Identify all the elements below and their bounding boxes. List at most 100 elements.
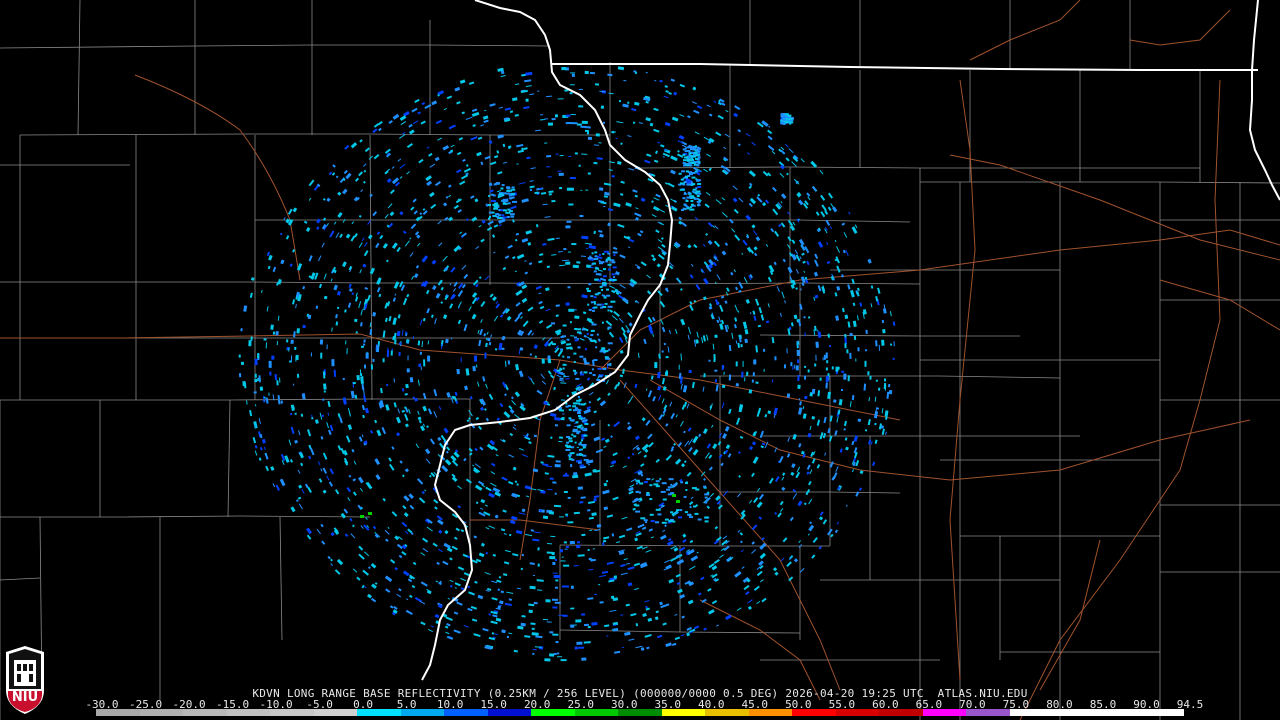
scale-color-bin xyxy=(313,709,358,716)
radar-echo xyxy=(577,396,580,398)
radar-echo xyxy=(554,424,559,427)
radar-echo xyxy=(560,659,567,662)
radar-echo xyxy=(549,477,554,480)
radar-echo xyxy=(376,345,380,353)
radar-echo xyxy=(607,263,612,266)
radar-echo xyxy=(555,153,559,155)
radar-echo xyxy=(840,388,844,392)
radar-echo xyxy=(574,315,580,319)
radar-echo xyxy=(576,399,582,402)
radar-echo xyxy=(520,567,523,571)
radar-echo xyxy=(272,331,276,335)
radar-echo xyxy=(857,347,860,352)
radar-echo xyxy=(323,390,326,393)
radar-echo xyxy=(678,364,680,370)
radar-echo xyxy=(254,358,258,366)
radar-echo xyxy=(602,282,607,285)
radar-echo xyxy=(849,332,853,337)
radar-echo xyxy=(713,353,716,361)
radar-echo xyxy=(406,368,410,373)
radar-echo xyxy=(566,220,572,223)
radar-echo xyxy=(694,512,699,515)
radar-echo xyxy=(672,494,676,497)
radar-echo xyxy=(581,613,586,616)
radar-echo xyxy=(488,204,491,206)
radar-map xyxy=(0,0,1280,720)
radar-echo xyxy=(565,449,571,451)
radar-echo xyxy=(881,339,885,346)
radar-echo xyxy=(562,363,567,366)
radar-echo xyxy=(785,121,789,123)
radar-echo xyxy=(562,614,568,617)
radar-echo xyxy=(270,324,274,330)
radar-echo xyxy=(864,360,867,367)
radar-echo xyxy=(606,294,611,297)
radar-echo xyxy=(681,209,684,211)
radar-echo xyxy=(498,193,502,196)
radar-echo xyxy=(696,195,700,197)
radar-echo xyxy=(655,508,661,511)
radar-echo xyxy=(640,517,646,520)
radar-echo xyxy=(547,122,554,126)
radar-echo xyxy=(804,395,808,400)
radar-echo xyxy=(291,355,292,363)
radar-echo xyxy=(593,306,598,309)
radar-echo xyxy=(685,176,688,178)
radar-echo xyxy=(603,296,607,299)
radar-echo xyxy=(571,73,575,77)
radar-echo xyxy=(598,260,601,263)
radar-echo xyxy=(689,206,692,209)
radar-echo xyxy=(569,541,575,545)
radar-echo xyxy=(774,356,777,361)
radar-echo xyxy=(670,483,673,486)
radar-echo xyxy=(576,432,580,435)
scale-color-bin xyxy=(792,709,836,716)
radar-echo xyxy=(510,215,514,218)
radar-echo xyxy=(296,328,300,334)
radar-echo xyxy=(493,207,499,210)
radar-echo xyxy=(590,559,594,562)
radar-echo xyxy=(525,98,529,102)
radar-echo xyxy=(568,455,571,458)
radar-echo xyxy=(427,355,431,362)
radar-echo xyxy=(574,646,578,650)
radar-echo xyxy=(240,361,244,365)
radar-echo xyxy=(288,347,290,352)
radar-echo xyxy=(484,352,487,359)
radar-echo xyxy=(694,170,698,173)
radar-echo xyxy=(581,120,588,125)
radar-echo xyxy=(646,492,650,495)
radar-echo xyxy=(783,364,786,369)
radar-echo xyxy=(590,301,594,304)
radar-echo xyxy=(635,504,640,507)
radar-echo xyxy=(855,358,857,362)
radar-echo xyxy=(603,250,609,253)
radar-echo xyxy=(319,339,324,345)
radar-echo xyxy=(302,324,306,329)
radar-echo xyxy=(607,342,613,345)
color-scale-bar xyxy=(96,709,1184,716)
radar-echo xyxy=(668,520,673,522)
radar-echo xyxy=(781,115,786,118)
radar-echo xyxy=(691,148,695,151)
radar-echo xyxy=(599,262,603,265)
radar-echo xyxy=(541,358,545,364)
radar-echo xyxy=(598,187,604,191)
radar-echo xyxy=(494,348,498,351)
radar-echo xyxy=(655,521,659,524)
radar-echo xyxy=(826,360,829,364)
radar-echo xyxy=(551,118,556,121)
radar-echo xyxy=(875,340,878,347)
radar-echo xyxy=(581,657,587,661)
radar-echo xyxy=(588,308,592,311)
radar-echo xyxy=(797,374,800,381)
radar-echo xyxy=(560,348,564,351)
radar-echo xyxy=(584,423,589,425)
scale-color-bin xyxy=(139,709,184,716)
radar-echo xyxy=(600,306,604,309)
radar-echo xyxy=(687,191,691,194)
radar-echo xyxy=(744,338,748,344)
radar-echo xyxy=(508,197,512,200)
radar-echo xyxy=(583,623,590,627)
radar-echo xyxy=(679,509,683,512)
